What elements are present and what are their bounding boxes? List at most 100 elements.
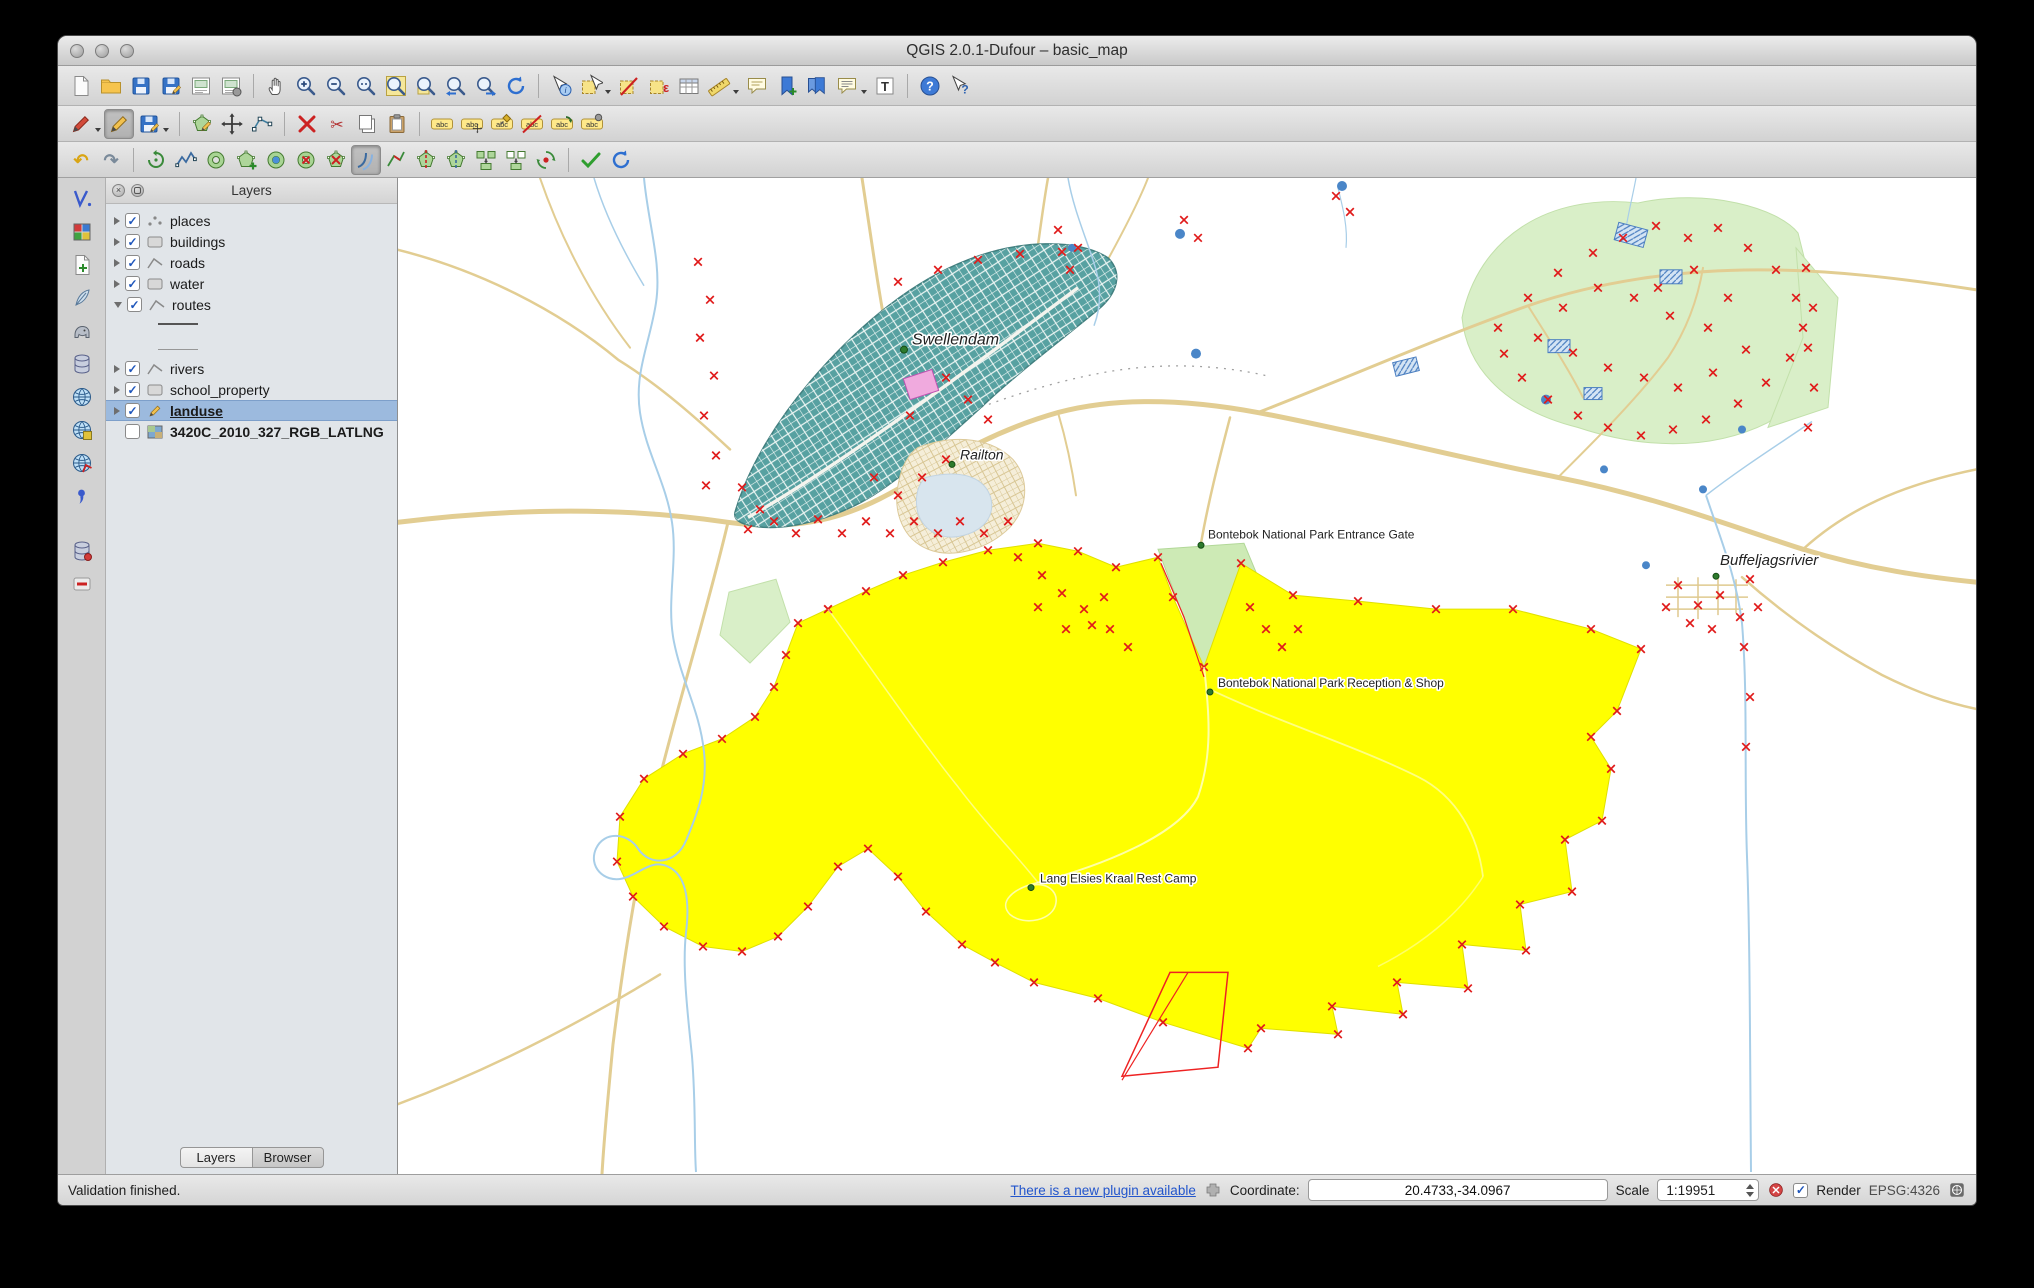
layer-checkbox-buildings[interactable]: ✓ [125, 234, 140, 249]
add-part-button[interactable] [231, 145, 261, 175]
layer-checkbox-rivers[interactable]: ✓ [125, 361, 140, 376]
merge-attributes-button[interactable] [501, 145, 531, 175]
minimize-window-button[interactable] [95, 43, 109, 58]
scale-stepper[interactable] [1746, 1183, 1755, 1197]
layer-label[interactable]: school_property [170, 382, 270, 398]
open-project-button[interactable] [96, 71, 126, 101]
map-canvas[interactable]: Swellendam Railton Bontebok National Par… [398, 178, 1976, 1174]
deselect-features-button[interactable] [614, 71, 644, 101]
reshape-features-button[interactable] [381, 145, 411, 175]
composer-manager-button[interactable] [216, 71, 246, 101]
add-postgis-layer-button[interactable] [67, 316, 97, 346]
add-delimited-text-layer-button[interactable] [67, 481, 97, 511]
delete-ring-button[interactable] [291, 145, 321, 175]
collapse-arrow-icon[interactable] [114, 301, 122, 308]
layer-checkbox-places[interactable]: ✓ [125, 213, 140, 228]
coordinate-input[interactable] [1307, 1179, 1608, 1201]
refresh-button[interactable] [501, 71, 531, 101]
save-edits-button[interactable] [134, 109, 172, 139]
zoom-full-button[interactable] [381, 71, 411, 101]
move-feature-button[interactable] [217, 109, 247, 139]
add-oracle-layer-button[interactable] [67, 536, 97, 566]
stop-rendering-icon[interactable] [1767, 1181, 1785, 1199]
zoom-native-button[interactable] [351, 71, 381, 101]
check-geometries-button[interactable] [576, 145, 606, 175]
layer-item-landuse[interactable]: ✓ landuse [106, 400, 397, 421]
save-project-button[interactable] [126, 71, 156, 101]
render-checkbox[interactable]: ✓ [1793, 1182, 1809, 1198]
delete-selected-button[interactable] [292, 109, 322, 139]
add-wfs-layer-button[interactable] [67, 448, 97, 478]
new-project-button[interactable] [66, 71, 96, 101]
whats-this-button[interactable]: ? [945, 71, 975, 101]
rotate-label-button[interactable] [547, 109, 577, 139]
delete-part-button[interactable] [321, 145, 351, 175]
move-label-button[interactable] [457, 109, 487, 139]
add-spatialite-layer-button[interactable] [67, 283, 97, 313]
zoom-window-button[interactable] [120, 43, 134, 58]
fill-ring-button[interactable] [261, 145, 291, 175]
layer-checkbox-roads[interactable]: ✓ [125, 255, 140, 270]
plugin-available-link[interactable]: There is a new plugin available [1010, 1183, 1195, 1198]
labeling-button[interactable] [427, 109, 457, 139]
current-edits-button[interactable] [66, 109, 104, 139]
copy-features-button[interactable] [352, 109, 382, 139]
layer-label[interactable]: landuse [170, 403, 223, 419]
text-annotation-button[interactable]: T [870, 71, 900, 101]
layer-item-rivers[interactable]: ✓ rivers [106, 358, 397, 379]
expand-arrow-icon[interactable] [114, 216, 120, 225]
layer-item-places[interactable]: ✓ places [106, 210, 397, 231]
offset-curve-button[interactable] [351, 144, 381, 175]
layer-label[interactable]: water [170, 276, 204, 292]
save-project-as-button[interactable] [156, 71, 186, 101]
map-tips-button[interactable] [742, 71, 772, 101]
layer-checkbox-raster[interactable] [125, 424, 140, 439]
new-shapefile-layer-button[interactable] [67, 250, 97, 280]
layer-item-buildings[interactable]: ✓ buildings [106, 231, 397, 252]
identify-button[interactable]: i [546, 71, 576, 101]
new-bookmark-button[interactable] [772, 71, 802, 101]
redo-button[interactable]: ↷ [96, 145, 126, 175]
pin-label-button[interactable] [487, 109, 517, 139]
select-by-expression-button[interactable]: ε [644, 71, 674, 101]
show-hidden-labels-button[interactable] [517, 109, 547, 139]
zoom-out-button[interactable] [321, 71, 351, 101]
expand-arrow-icon[interactable] [114, 237, 120, 246]
expand-arrow-icon[interactable] [114, 385, 120, 394]
split-features-button[interactable] [411, 145, 441, 175]
toggle-editing-button[interactable] [104, 108, 134, 139]
help-button[interactable]: ? [915, 71, 945, 101]
open-attribute-table-button[interactable] [674, 71, 704, 101]
zoom-to-selection-button[interactable] [411, 71, 441, 101]
expand-arrow-icon[interactable] [114, 406, 120, 415]
pan-map-button[interactable] [261, 71, 291, 101]
expand-arrow-icon[interactable] [114, 364, 120, 373]
show-bookmarks-button[interactable] [802, 71, 832, 101]
node-tool-button[interactable] [247, 109, 277, 139]
zoom-last-button[interactable] [441, 71, 471, 101]
annotation-button[interactable] [832, 71, 870, 101]
expand-arrow-icon[interactable] [114, 258, 120, 267]
expand-arrow-icon[interactable] [114, 279, 120, 288]
layer-item-water[interactable]: ✓ water [106, 273, 397, 294]
layer-item-routes[interactable]: ✓ routes [106, 294, 397, 315]
add-raster-layer-button[interactable] [67, 217, 97, 247]
merge-features-button[interactable] [471, 145, 501, 175]
layer-checkbox-school-property[interactable]: ✓ [125, 382, 140, 397]
cut-features-button[interactable]: ✂ [322, 109, 352, 139]
layer-item-raster[interactable]: 3420C_2010_327_RGB_LATLNG [106, 421, 397, 442]
layer-label[interactable]: routes [172, 297, 211, 313]
measure-button[interactable] [704, 71, 742, 101]
label-properties-button[interactable] [577, 109, 607, 139]
layer-item-school-property[interactable]: ✓ school_property [106, 379, 397, 400]
close-window-button[interactable] [70, 43, 84, 58]
layer-label[interactable]: buildings [170, 234, 225, 250]
add-ring-button[interactable] [201, 145, 231, 175]
split-parts-button[interactable] [441, 145, 471, 175]
redraw-button[interactable] [606, 145, 636, 175]
remove-layer-button[interactable] [67, 569, 97, 599]
select-features-button[interactable] [576, 71, 614, 101]
undo-button[interactable]: ↶ [66, 145, 96, 175]
paste-features-button[interactable] [382, 109, 412, 139]
layer-checkbox-water[interactable]: ✓ [125, 276, 140, 291]
